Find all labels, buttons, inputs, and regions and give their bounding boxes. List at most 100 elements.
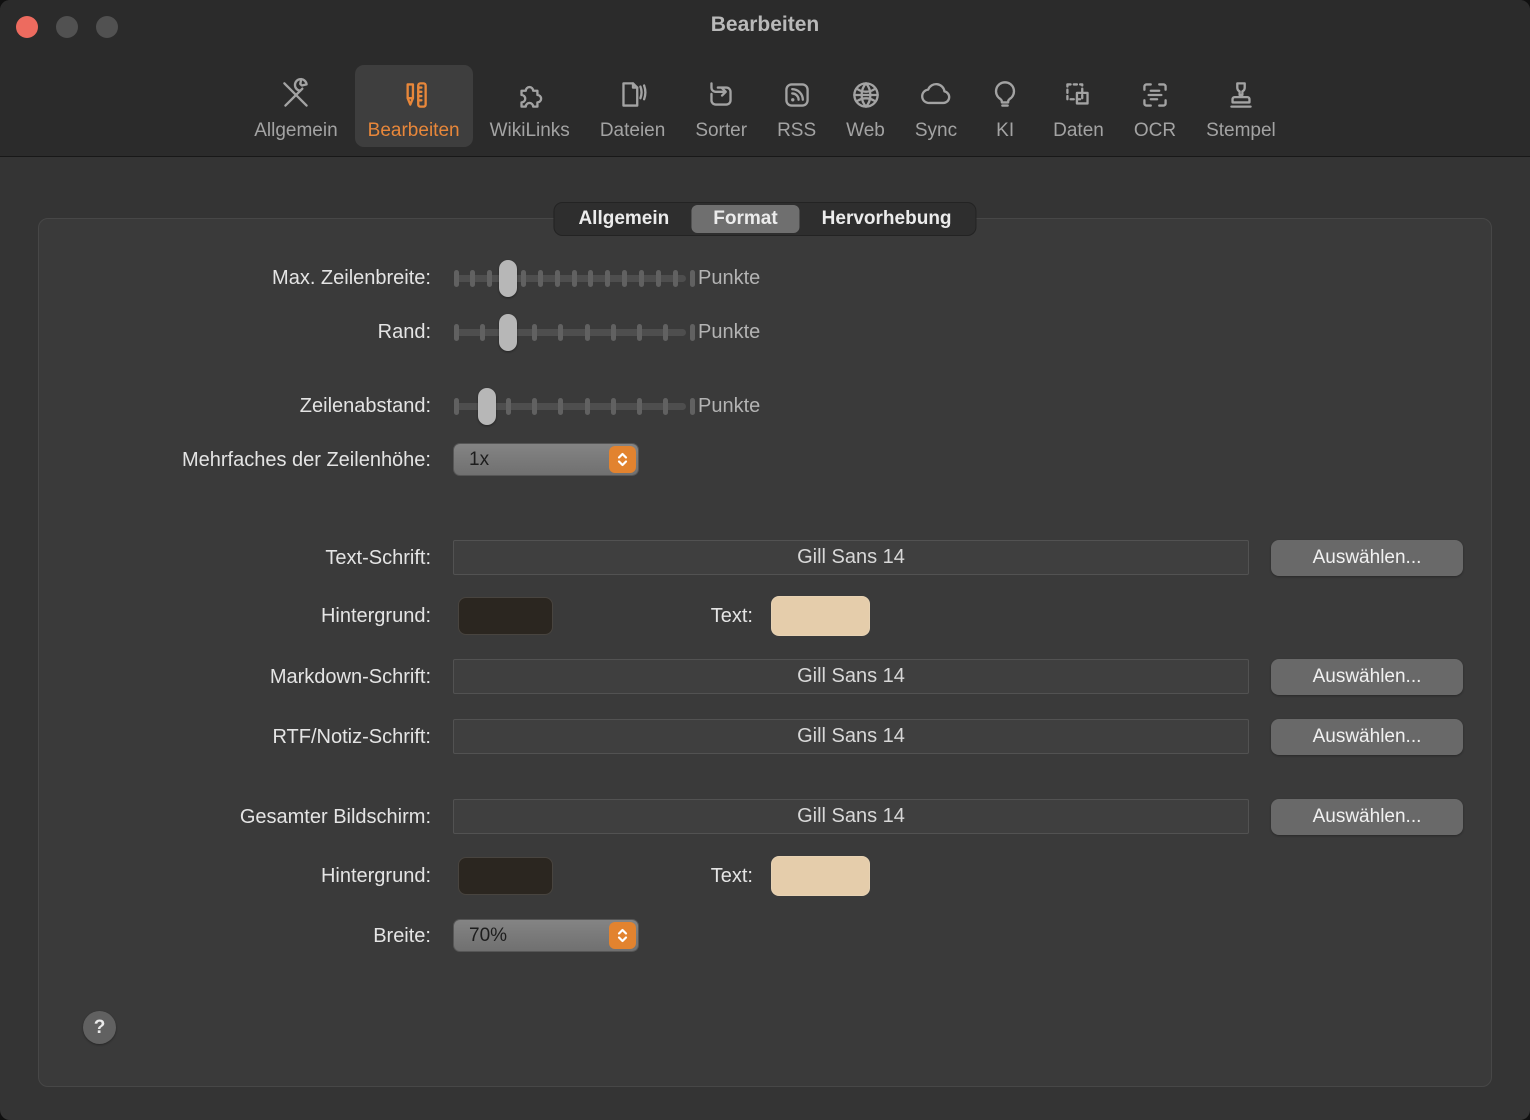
- rtf-font-label: RTF/Notiz-Schrift:: [39, 717, 431, 757]
- popup-value: 70%: [469, 920, 507, 951]
- row-width: Breite: 70%: [39, 916, 1491, 956]
- slider-tick: [663, 324, 668, 341]
- toolbar-item-ocr[interactable]: OCR: [1121, 65, 1189, 147]
- toolbar-item-stempel[interactable]: Stempel: [1193, 65, 1289, 147]
- toolbar-item-sorter[interactable]: Sorter: [682, 65, 760, 147]
- toolbar-item-web[interactable]: Web: [833, 65, 898, 147]
- margin-label: Rand:: [39, 312, 431, 352]
- slider-knob[interactable]: [499, 260, 517, 297]
- markdown-font-label: Markdown-Schrift:: [39, 657, 431, 697]
- toolbar-item-ki[interactable]: KI: [974, 65, 1036, 147]
- fullscreen-font-label: Gesamter Bildschirm:: [39, 797, 431, 837]
- line-height-multiple-popup[interactable]: 1x: [453, 443, 639, 476]
- text-font-label: Text-Schrift:: [39, 538, 431, 578]
- row-fullscreen-font: Gesamter Bildschirm: Gill Sans 14 Auswäh…: [39, 797, 1491, 837]
- slider-tick: [690, 270, 695, 287]
- slider-tick: [558, 324, 563, 341]
- width-popup[interactable]: 70%: [453, 919, 639, 952]
- slider-track[interactable]: [456, 329, 686, 336]
- toolbar-item-label: Web: [846, 120, 885, 142]
- window-title: Bearbeiten: [0, 13, 1530, 37]
- toolbar-item-label: Sorter: [695, 120, 747, 142]
- puzzle-icon: [512, 72, 548, 118]
- slider-tick: [572, 270, 577, 287]
- help-button[interactable]: ?: [83, 1011, 116, 1044]
- text-font-choose-button[interactable]: Auswählen...: [1271, 540, 1463, 576]
- rtf-font-choose-button[interactable]: Auswählen...: [1271, 719, 1463, 755]
- slider-tick: [521, 270, 526, 287]
- tab-hervorhebung[interactable]: Hervorhebung: [800, 205, 974, 233]
- editor-background-label: Hintergrund:: [39, 596, 431, 636]
- files-icon: [615, 72, 651, 118]
- section-tabs: Allgemein Format Hervorhebung: [553, 202, 976, 236]
- cloud-icon: [918, 72, 954, 118]
- slider-tick: [690, 324, 695, 341]
- rss-icon: [779, 72, 815, 118]
- line-spacing-unit: Punkte: [698, 386, 760, 426]
- toolbar-item-rss[interactable]: RSS: [764, 65, 829, 147]
- markdown-font-choose-button[interactable]: Auswählen...: [1271, 659, 1463, 695]
- max-line-width-label: Max. Zeilenbreite:: [39, 258, 431, 298]
- slider-tick: [454, 324, 459, 341]
- toolbar-item-label: Bearbeiten: [368, 120, 460, 142]
- row-text-font: Text-Schrift: Gill Sans 14 Auswählen...: [39, 538, 1491, 578]
- row-line-spacing: Zeilenabstand: Punkte: [39, 386, 1491, 426]
- row-markdown-font: Markdown-Schrift: Gill Sans 14 Auswählen…: [39, 657, 1491, 697]
- slider-tick: [532, 324, 537, 341]
- popup-value: 1x: [469, 444, 489, 475]
- toolbar-item-sync[interactable]: Sync: [902, 65, 970, 147]
- toolbar-item-bearbeiten[interactable]: Bearbeiten: [355, 65, 473, 147]
- slider-tick: [585, 398, 590, 415]
- data-icon: [1060, 72, 1096, 118]
- row-margin: Rand: Punkte: [39, 312, 1491, 352]
- popup-stepper-icon: [609, 446, 636, 473]
- max-line-width-unit: Punkte: [698, 258, 760, 298]
- tools-icon: [278, 72, 314, 118]
- slider-tick: [454, 398, 459, 415]
- tab-format[interactable]: Format: [691, 205, 799, 233]
- markdown-font-field[interactable]: Gill Sans 14: [453, 659, 1249, 694]
- row-max-line-width: Max. Zeilenbreite: Punkte: [39, 258, 1491, 298]
- slider-tick: [663, 398, 668, 415]
- slider-tick: [637, 398, 642, 415]
- slider-tick: [532, 398, 537, 415]
- toolbar-item-label: Stempel: [1206, 120, 1276, 142]
- toolbar-item-wikilinks[interactable]: WikiLinks: [477, 65, 583, 147]
- slider-tick: [622, 270, 627, 287]
- sorter-icon: [703, 72, 739, 118]
- fullscreen-font-choose-button[interactable]: Auswählen...: [1271, 799, 1463, 835]
- text-font-field[interactable]: Gill Sans 14: [453, 540, 1249, 575]
- toolbar-item-label: Sync: [915, 120, 957, 142]
- fullscreen-text-colorwell[interactable]: [771, 856, 870, 896]
- editor-background-colorwell[interactable]: [458, 597, 553, 635]
- fullscreen-text-label: Text:: [559, 856, 753, 896]
- toolbar-item-allgemein[interactable]: Allgemein: [241, 65, 350, 147]
- fullscreen-background-colorwell[interactable]: [458, 857, 553, 895]
- toolbar-item-label: Allgemein: [254, 120, 337, 142]
- slider-knob[interactable]: [499, 314, 517, 351]
- slider-tick: [588, 270, 593, 287]
- slider-knob[interactable]: [478, 388, 496, 425]
- slider-tick: [611, 398, 616, 415]
- slider-tick: [639, 270, 644, 287]
- lightbulb-icon: [987, 72, 1023, 118]
- toolbar-item-label: Daten: [1053, 120, 1104, 142]
- rtf-font-field[interactable]: Gill Sans 14: [453, 719, 1249, 754]
- slider-tick: [585, 324, 590, 341]
- toolbar-item-dateien[interactable]: Dateien: [587, 65, 679, 147]
- toolbar-item-label: RSS: [777, 120, 816, 142]
- fullscreen-font-field[interactable]: Gill Sans 14: [453, 799, 1249, 834]
- editor-text-colorwell[interactable]: [771, 596, 870, 636]
- row-fullscreen-colors: Hintergrund: Text:: [39, 856, 1491, 896]
- toolbar-item-label: WikiLinks: [490, 120, 570, 142]
- toolbar-item-daten[interactable]: Daten: [1040, 65, 1117, 147]
- width-label: Breite:: [39, 916, 431, 956]
- max-line-width-slider[interactable]: [453, 258, 689, 298]
- line-height-multiple-label: Mehrfaches der Zeilenhöhe:: [39, 440, 431, 480]
- slider-tick: [555, 270, 560, 287]
- toolbar-item-label: OCR: [1134, 120, 1176, 142]
- margin-slider[interactable]: [453, 312, 689, 352]
- slider-tick: [605, 270, 610, 287]
- line-spacing-slider[interactable]: [453, 386, 689, 426]
- tab-allgemein[interactable]: Allgemein: [556, 205, 691, 233]
